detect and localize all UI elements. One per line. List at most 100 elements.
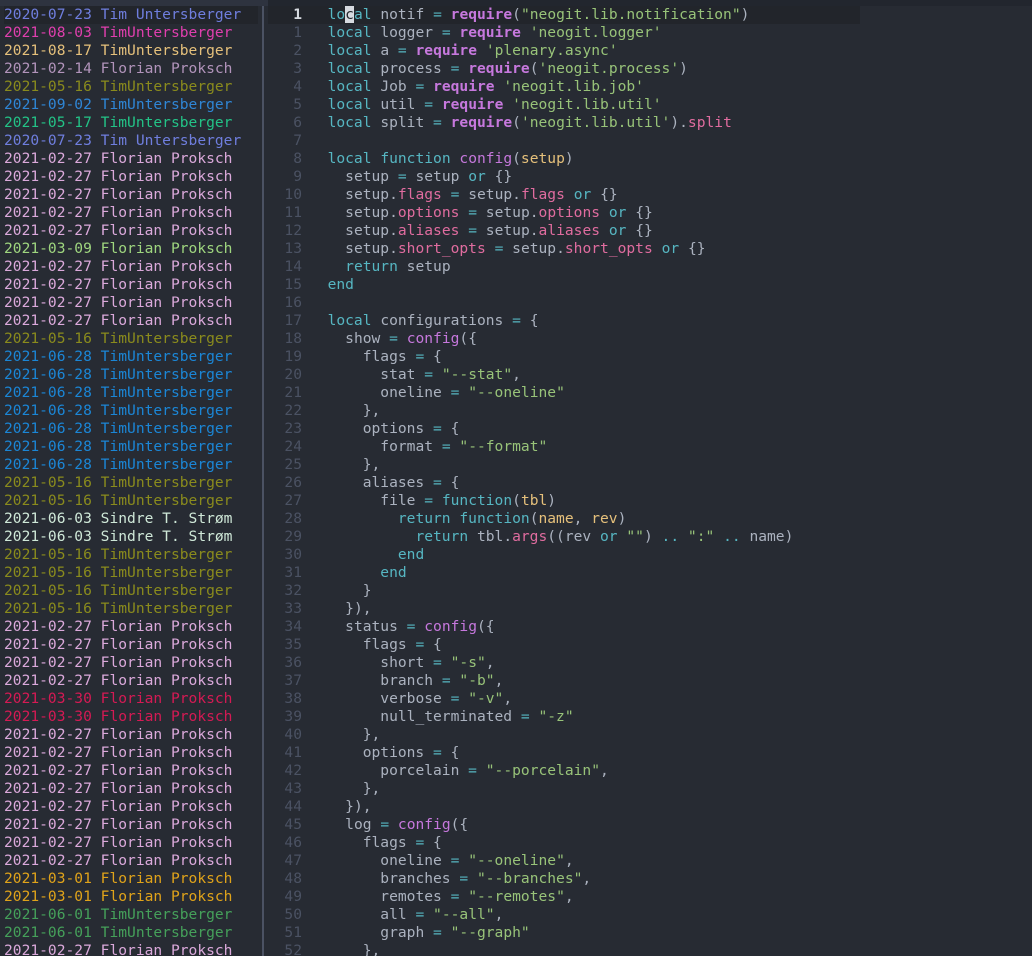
blame-row[interactable]: 2021-03-01 Florian Proksch [4,888,258,906]
git-blame-pane[interactable]: 2020-07-23 Tim Untersberger 2021-08-03 Ti… [0,6,258,956]
blame-row[interactable]: 2021-02-27 Florian Proksch [4,762,258,780]
code-line[interactable]: 38 verbose = "-v", [268,690,1032,708]
code-line[interactable]: 4 local Job = require 'neogit.lib.job' [268,78,1032,96]
blame-row[interactable]: 2021-06-28 TimUntersberger [4,348,258,366]
blame-row[interactable]: 2021-05-16 TimUntersberger [4,330,258,348]
code-line[interactable]: 51 graph = "--graph" [268,924,1032,942]
code-line[interactable]: 25 }, [268,456,1032,474]
blame-row[interactable]: 2021-05-17 TimUntersberger [4,114,258,132]
code-line[interactable]: 40 }, [268,726,1032,744]
code-line[interactable]: 28 return function(name, rev) [268,510,1032,528]
code-line[interactable]: 13 setup.short_opts = setup.short_opts o… [268,240,1032,258]
blame-row[interactable]: 2021-06-28 TimUntersberger [4,456,258,474]
blame-row[interactable]: 2021-02-27 Florian Proksch [4,294,258,312]
blame-row[interactable]: 2020-07-23 Tim Untersberger [4,6,258,24]
code-line[interactable]: 18 show = config({ [268,330,1032,348]
blame-row[interactable]: 2021-06-28 TimUntersberger [4,438,258,456]
blame-row[interactable]: 2021-06-01 TimUntersberger [4,924,258,942]
blame-row[interactable]: 2021-06-03 Sindre T. Strøm [4,510,258,528]
blame-row[interactable]: 2021-06-28 TimUntersberger [4,402,258,420]
code-line[interactable]: 10 setup.flags = setup.flags or {} [268,186,1032,204]
code-line[interactable]: 16 [268,294,1032,312]
code-line[interactable]: 14 return setup [268,258,1032,276]
blame-row[interactable]: 2021-08-03 TimUntersberger [4,24,258,42]
code-line[interactable]: 36 short = "-s", [268,654,1032,672]
blame-row[interactable]: 2021-05-16 TimUntersberger [4,600,258,618]
code-line[interactable]: 33 }), [268,600,1032,618]
blame-row[interactable]: 2021-02-27 Florian Proksch [4,168,258,186]
vertical-split-separator[interactable] [258,6,268,956]
blame-row[interactable]: 2021-02-27 Florian Proksch [4,834,258,852]
blame-row[interactable]: 2021-05-16 TimUntersberger [4,492,258,510]
blame-row[interactable]: 2021-02-27 Florian Proksch [4,636,258,654]
code-line[interactable]: 11 setup.options = setup.options or {} [268,204,1032,222]
code-line[interactable]: 2 local a = require 'plenary.async' [268,42,1032,60]
blame-row[interactable]: 2021-02-27 Florian Proksch [4,798,258,816]
code-line[interactable]: 23 options = { [268,420,1032,438]
blame-row[interactable]: 2020-07-23 Tim Untersberger [4,132,258,150]
code-line[interactable]: 9 setup = setup or {} [268,168,1032,186]
blame-row[interactable]: 2021-05-16 TimUntersberger [4,564,258,582]
blame-row[interactable]: 2021-06-03 Sindre T. Strøm [4,528,258,546]
blame-row[interactable]: 2021-02-27 Florian Proksch [4,186,258,204]
blame-row[interactable]: 2021-05-16 TimUntersberger [4,546,258,564]
blame-row[interactable]: 2021-02-27 Florian Proksch [4,852,258,870]
code-line[interactable]: 44 }), [268,798,1032,816]
code-line[interactable]: 7 [268,132,1032,150]
code-line[interactable]: 42 porcelain = "--porcelain", [268,762,1032,780]
code-line[interactable]: 45 log = config({ [268,816,1032,834]
code-line[interactable]: 50 all = "--all", [268,906,1032,924]
blame-row[interactable]: 2021-03-30 Florian Proksch [4,690,258,708]
code-line[interactable]: 8 local function config(setup) [268,150,1032,168]
blame-row[interactable]: 2021-02-27 Florian Proksch [4,780,258,798]
code-line[interactable]: 32 } [268,582,1032,600]
code-line[interactable]: 46 flags = { [268,834,1032,852]
code-line[interactable]: 29 return tbl.args((rev or "") .. ":" ..… [268,528,1032,546]
blame-row[interactable]: 2021-02-27 Florian Proksch [4,276,258,294]
code-line[interactable]: 12 setup.aliases = setup.aliases or {} [268,222,1032,240]
blame-row[interactable]: 2021-02-27 Florian Proksch [4,672,258,690]
code-line[interactable]: 52 }, [268,942,1032,956]
blame-row[interactable]: 2021-06-28 TimUntersberger [4,366,258,384]
code-line[interactable]: 26 aliases = { [268,474,1032,492]
code-line[interactable]: 43 }, [268,780,1032,798]
code-line[interactable]: 34 status = config({ [268,618,1032,636]
code-line[interactable]: 5 local util = require 'neogit.lib.util' [268,96,1032,114]
code-line[interactable]: 20 stat = "--stat", [268,366,1032,384]
blame-row[interactable]: 2021-02-27 Florian Proksch [4,618,258,636]
blame-row[interactable]: 2021-02-27 Florian Proksch [4,726,258,744]
code-line[interactable]: 30 end [268,546,1032,564]
code-line[interactable]: 37 branch = "-b", [268,672,1032,690]
blame-row[interactable]: 2021-05-16 TimUntersberger [4,582,258,600]
blame-row[interactable]: 2021-03-09 Florian Proksch [4,240,258,258]
blame-row[interactable]: 2021-02-27 Florian Proksch [4,816,258,834]
blame-row[interactable]: 2021-09-02 TimUntersberger [4,96,258,114]
blame-row[interactable]: 2021-02-27 Florian Proksch [4,942,258,956]
blame-row[interactable]: 2021-02-27 Florian Proksch [4,150,258,168]
blame-row[interactable]: 2021-03-01 Florian Proksch [4,870,258,888]
blame-row[interactable]: 2021-06-28 TimUntersberger [4,420,258,438]
code-line[interactable]: 6 local split = require('neogit.lib.util… [268,114,1032,132]
blame-row[interactable]: 2021-02-27 Florian Proksch [4,204,258,222]
code-line[interactable]: 22 }, [268,402,1032,420]
blame-row[interactable]: 2021-02-27 Florian Proksch [4,312,258,330]
blame-row[interactable]: 2021-02-27 Florian Proksch [4,222,258,240]
blame-row[interactable]: 2021-02-27 Florian Proksch [4,258,258,276]
code-line[interactable]: 41 options = { [268,744,1032,762]
code-line[interactable]: 49 remotes = "--remotes", [268,888,1032,906]
code-line[interactable]: 15 end [268,276,1032,294]
code-line[interactable]: 19 flags = { [268,348,1032,366]
code-line[interactable]: 1 local logger = require 'neogit.logger' [268,24,1032,42]
code-line[interactable]: 17 local configurations = { [268,312,1032,330]
code-line[interactable]: 35 flags = { [268,636,1032,654]
blame-row[interactable]: 2021-05-16 TimUntersberger [4,78,258,96]
code-line[interactable]: 24 format = "--format" [268,438,1032,456]
blame-row[interactable]: 2021-06-28 TimUntersberger [4,384,258,402]
code-line[interactable]: 39 null_terminated = "-z" [268,708,1032,726]
blame-row[interactable]: 2021-02-27 Florian Proksch [4,654,258,672]
code-line[interactable]: 47 oneline = "--oneline", [268,852,1032,870]
code-line[interactable]: 1 local notif = require("neogit.lib.noti… [268,6,860,24]
blame-row[interactable]: 2021-03-30 Florian Proksch [4,708,258,726]
code-editor-pane[interactable]: 1 local notif = require("neogit.lib.noti… [268,6,1032,956]
code-line[interactable]: 21 oneline = "--oneline" [268,384,1032,402]
